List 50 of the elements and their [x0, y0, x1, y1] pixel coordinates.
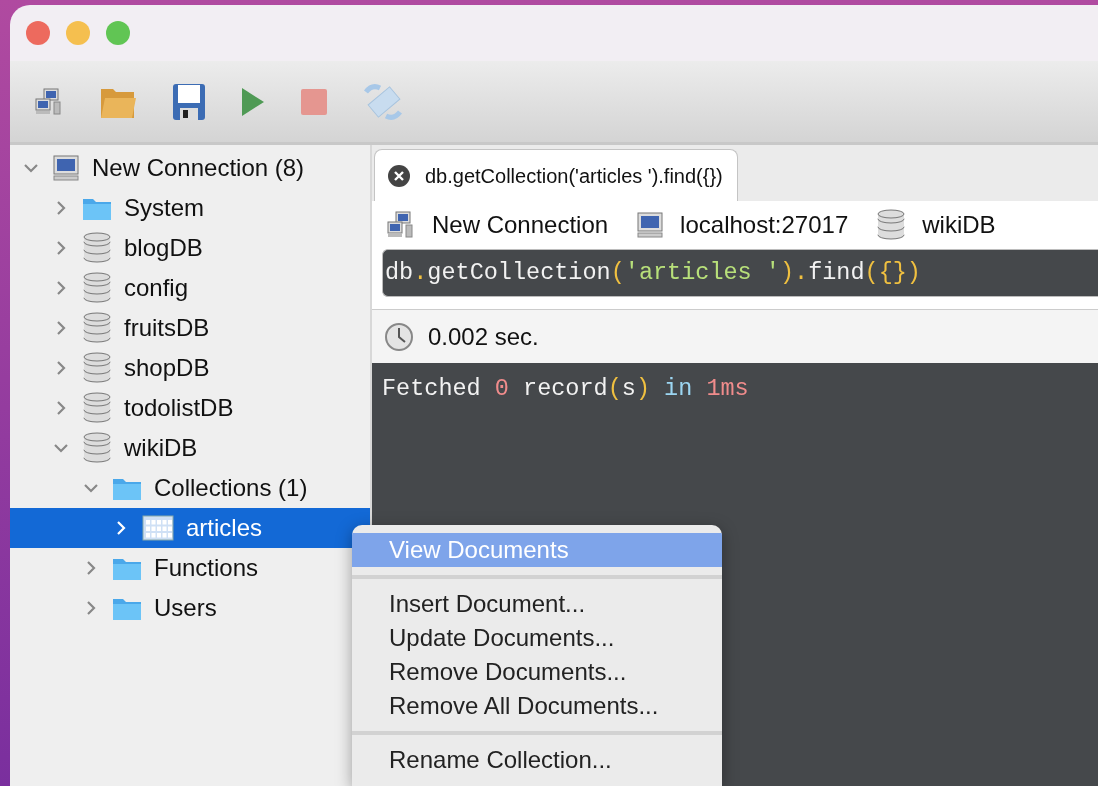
tree-item-label: config	[124, 273, 189, 303]
database-icon	[82, 392, 112, 424]
tree-item-label: blogDB	[124, 233, 203, 263]
connection-info-label: wikiDB	[922, 210, 996, 240]
menu-item[interactable]: Remove All Documents...	[352, 689, 722, 723]
menu-item[interactable]: Remove Documents...	[352, 655, 722, 689]
elapsed-time: 0.002 sec.	[428, 321, 539, 352]
database-icon	[876, 209, 907, 241]
table-icon	[142, 514, 174, 542]
close-button[interactable]	[26, 21, 50, 45]
stop-icon[interactable]	[300, 87, 328, 116]
connection-info-label: New Connection	[432, 210, 609, 240]
computer-icon	[52, 154, 80, 182]
tree-item-label: Collections (1)	[154, 473, 308, 503]
network-computers-icon	[386, 210, 416, 240]
tree-item-label: System	[124, 193, 204, 223]
output-text: Fetched 0 record(s) in 1ms	[382, 375, 749, 402]
menu-item[interactable]: Rename Collection...	[352, 743, 722, 777]
tree-item[interactable]: New Connection (8)	[10, 148, 370, 188]
zoom-button[interactable]	[106, 21, 130, 45]
close-icon[interactable]	[387, 163, 411, 188]
database-icon	[82, 432, 112, 464]
tree-item-label: articles	[186, 513, 263, 543]
tree-item[interactable]: Collections (1)	[10, 468, 370, 508]
computer-icon	[636, 211, 665, 239]
tree-item-label: shopDB	[124, 353, 210, 383]
tree-item-label: wikiDB	[124, 433, 198, 463]
database-icon	[82, 312, 112, 344]
tree-item[interactable]: articles	[10, 508, 370, 548]
tree-item-label: Users	[154, 593, 217, 623]
tree-item[interactable]: shopDB	[10, 348, 370, 388]
tree-item-label: todolistDB	[124, 393, 234, 423]
clock-icon	[384, 321, 414, 352]
query-tab[interactable]: db.getCollection('articles ').find({})	[374, 149, 738, 201]
tree-item[interactable]: System	[10, 188, 370, 228]
network-computers-icon[interactable]	[34, 86, 64, 117]
tree-item[interactable]: todolistDB	[10, 388, 370, 428]
tree-item-label: fruitsDB	[124, 313, 210, 343]
tree-item[interactable]: config	[10, 268, 370, 308]
database-icon	[82, 352, 112, 384]
tree-item-label: Functions	[154, 553, 259, 583]
tree-item-label: New Connection (8)	[92, 153, 305, 183]
query-field[interactable]: db.getCollection('articles ').find({})	[382, 249, 1098, 297]
tree-item[interactable]: wikiDB	[10, 428, 370, 468]
play-icon[interactable]	[240, 85, 266, 118]
tree-item[interactable]: fruitsDB	[10, 308, 370, 348]
connection-info-label: localhost:27017	[680, 210, 849, 240]
database-icon	[82, 232, 112, 264]
database-icon	[82, 272, 112, 304]
tree-item[interactable]: blogDB	[10, 228, 370, 268]
